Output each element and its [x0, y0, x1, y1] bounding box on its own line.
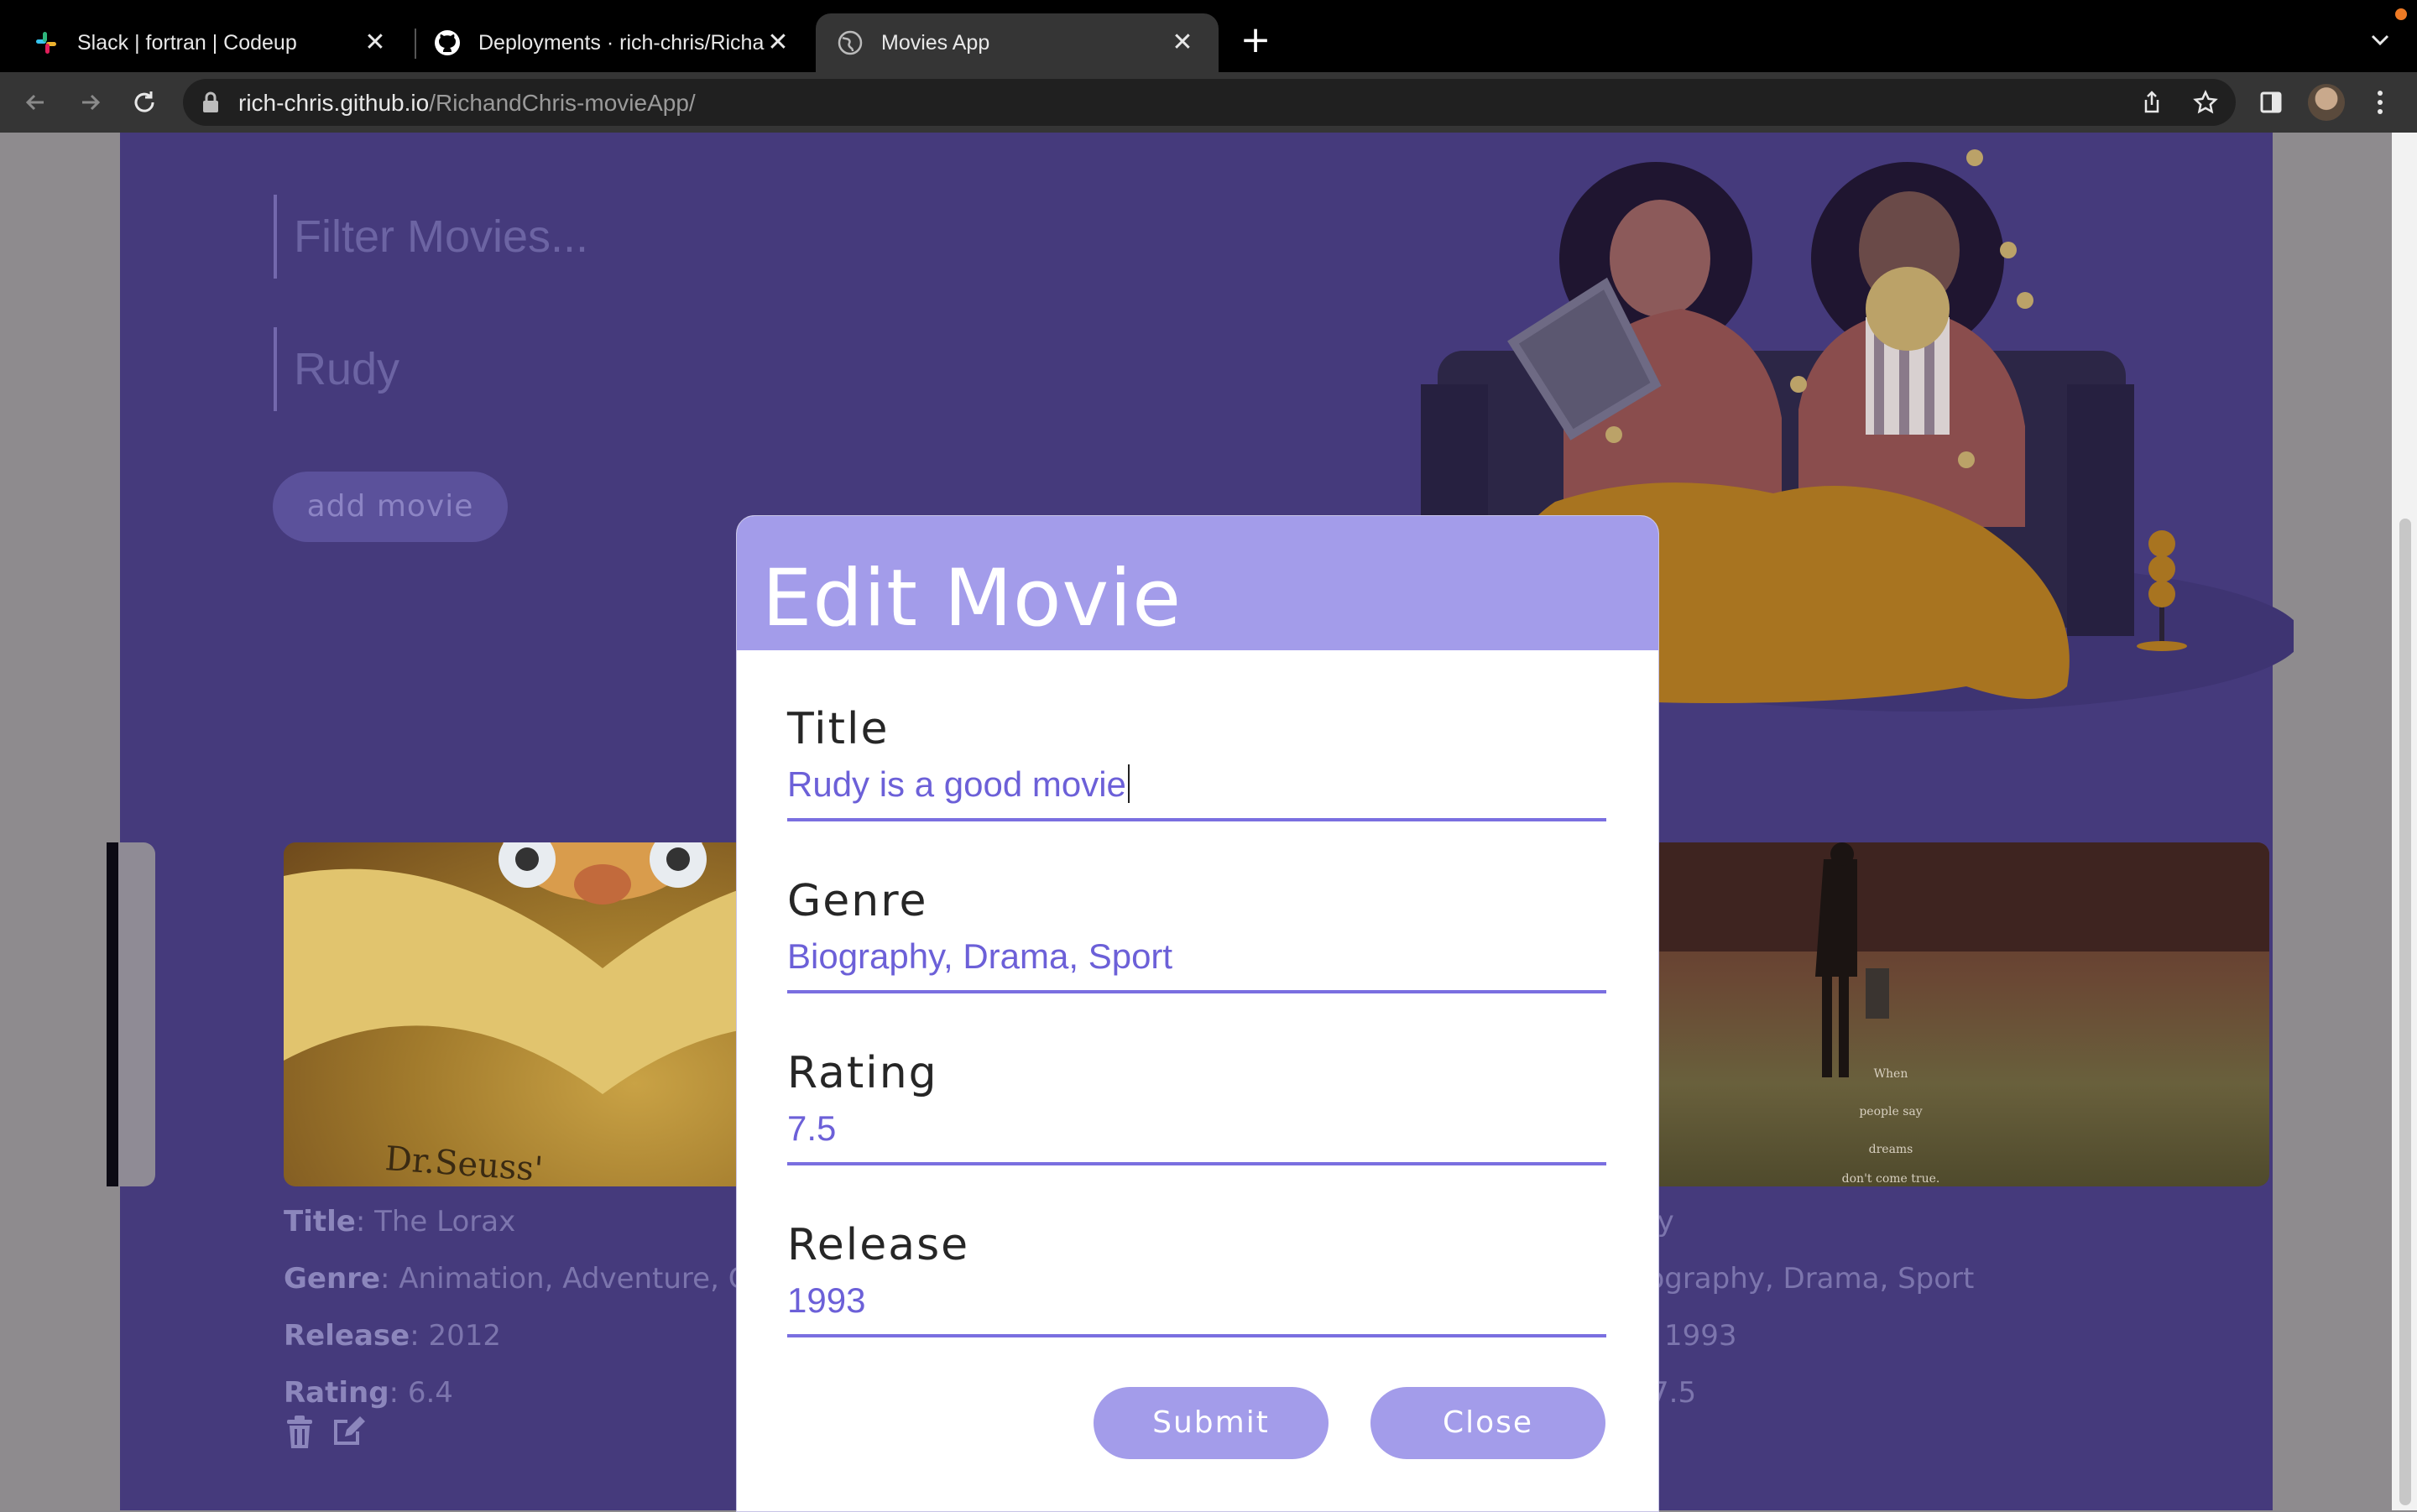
new-tab-icon[interactable]: +: [1239, 22, 1272, 59]
movie-info-lorax: Title: The Lorax Genre: Animation, Adven…: [284, 1193, 748, 1421]
url-text: rich-chris.github.io/RichandChris-movieA…: [238, 90, 696, 116]
carousel-edge: [107, 842, 155, 1186]
title-label: Title: [787, 704, 890, 754]
movie-release-row: Release: 2012: [284, 1319, 501, 1353]
release-input[interactable]: 1993: [787, 1280, 1606, 1337]
movie-info-rudy: dy iography, Drama, Sport 1993 7.5: [1639, 1193, 1974, 1421]
svg-text:people say: people say: [1859, 1105, 1922, 1118]
page-scrollbar[interactable]: [2392, 133, 2417, 1510]
tab-movies-app[interactable]: Movies App ✕: [816, 13, 1219, 72]
github-icon: [433, 29, 462, 57]
release-label: Release: [787, 1220, 970, 1270]
back-icon[interactable]: [17, 84, 54, 121]
movie-title-row: Title: The Lorax: [284, 1205, 516, 1238]
rating-label: Rating: [787, 1048, 938, 1098]
title-input[interactable]: Rudy is a good movie: [787, 764, 1606, 821]
close-button[interactable]: Close: [1370, 1387, 1605, 1459]
movie-title-row: dy: [1639, 1193, 1974, 1250]
rating-field: Rating 7.5: [787, 1048, 1606, 1165]
filter-movies-input[interactable]: Filter Movies...: [274, 195, 777, 279]
svg-text:don't come true.: don't come true.: [1842, 1172, 1940, 1186]
svg-text:When: When: [1874, 1067, 1908, 1081]
movie-title-input[interactable]: Rudy: [274, 327, 777, 411]
tab-label: Slack | fortran | Codeup: [77, 30, 297, 55]
genre-input[interactable]: Biography, Drama, Sport: [787, 936, 1606, 993]
svg-text:Dr.Seuss': Dr.Seuss': [384, 1139, 544, 1186]
edit-icon[interactable]: [332, 1415, 366, 1453]
side-panel-icon[interactable]: [2253, 84, 2289, 121]
address-bar[interactable]: rich-chris.github.io/RichandChris-movieA…: [183, 79, 2236, 126]
close-icon[interactable]: ✕: [1168, 29, 1197, 57]
tab-deployments[interactable]: Deployments · rich-chris/Richa ✕: [418, 13, 814, 72]
chevron-down-icon[interactable]: [2365, 25, 2395, 55]
svg-text:dreams: dreams: [1869, 1143, 1913, 1156]
trash-icon[interactable]: [284, 1415, 316, 1453]
submit-button[interactable]: Submit: [1094, 1387, 1329, 1459]
genre-label: Genre: [787, 876, 928, 926]
add-movie-button[interactable]: add movie: [273, 472, 508, 542]
share-icon[interactable]: [2133, 84, 2170, 121]
poster-rudy: When people say dreams don't come true.: [1614, 842, 2269, 1186]
tab-label: Movies App: [881, 30, 990, 55]
close-icon[interactable]: ✕: [361, 29, 389, 57]
more-menu-icon[interactable]: [2362, 84, 2399, 121]
globe-icon: [836, 29, 864, 57]
reload-icon[interactable]: [126, 84, 163, 121]
movie-actions: [284, 1415, 366, 1453]
tab-divider: [415, 29, 416, 59]
tab-slack[interactable]: Slack | fortran | Codeup ✕: [0, 13, 411, 72]
lock-icon: [201, 91, 220, 117]
modal-header: Edit Movie: [737, 516, 1658, 650]
browser-tab-bar: Slack | fortran | Codeup ✕ Deployments ·…: [0, 0, 2417, 72]
edit-movie-modal: Edit Movie Title Rudy is a good movie Ge…: [736, 515, 1659, 1512]
movie-release-row: 1993: [1664, 1319, 1737, 1353]
modal-title: Edit Movie: [762, 553, 1182, 644]
forward-icon[interactable]: [72, 84, 109, 121]
browser-toolbar: rich-chris.github.io/RichandChris-movieA…: [0, 72, 2417, 134]
genre-field: Genre Biography, Drama, Sport: [787, 876, 1606, 993]
close-icon[interactable]: ✕: [764, 29, 792, 57]
title-field: Title Rudy is a good movie: [787, 704, 1606, 821]
scrollbar-thumb[interactable]: [2399, 519, 2411, 1505]
release-field: Release 1993: [787, 1220, 1606, 1337]
rating-input[interactable]: 7.5: [787, 1108, 1606, 1165]
notification-dot: [2395, 8, 2407, 20]
movie-genre-row: iography, Drama, Sport: [1639, 1262, 1975, 1296]
movie-genre-row: Genre: Animation, Adventure, C: [284, 1262, 749, 1296]
tab-label: Deployments · rich-chris/Richa: [478, 30, 765, 55]
slack-icon: [32, 29, 60, 57]
movie-rating-row: Rating: 6.4: [284, 1376, 453, 1410]
movie-rating-row: 7.5: [1651, 1376, 1697, 1410]
star-icon[interactable]: [2187, 84, 2224, 121]
text-caret: [1127, 764, 1130, 803]
profile-avatar[interactable]: [2308, 84, 2345, 121]
